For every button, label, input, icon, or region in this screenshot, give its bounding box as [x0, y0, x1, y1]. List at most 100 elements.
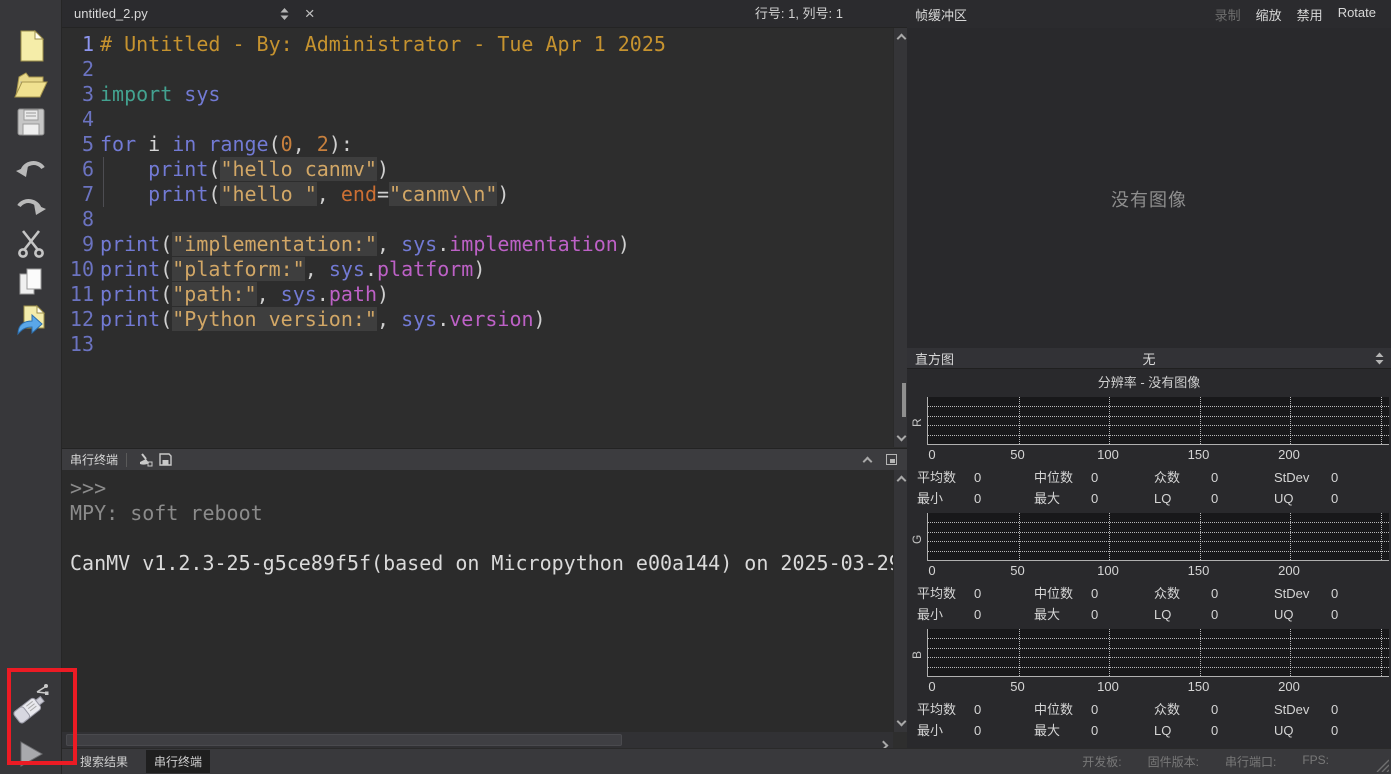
redo-button[interactable] [11, 188, 51, 224]
stat-cell: StDev0 [1274, 467, 1385, 488]
code-text: print("path:", sys.path) [100, 282, 389, 307]
stat-value: 0 [1091, 699, 1098, 720]
terminal-vertical-scrollbar[interactable] [893, 470, 907, 732]
code-line: 7 print("hello ", end="canmv\n") [62, 182, 893, 207]
status-bar: 搜索结果串行终端 开发板:固件版本:串行端口:FPS: [62, 748, 1391, 774]
horizontal-scrollbar-thumb[interactable] [66, 734, 622, 746]
run-button[interactable] [11, 731, 51, 774]
main-column: untitled_2.py × 行号: 1, 列号: 1 1# Untitled… [62, 0, 907, 748]
indent-guide [103, 182, 104, 207]
code-text: for i in range(0, 2): [100, 132, 353, 157]
stat-value: 0 [974, 583, 981, 604]
stat-cell: 中位数0 [1034, 583, 1154, 604]
paste-button[interactable] [11, 302, 51, 338]
collapse-terminal-icon[interactable] [857, 451, 877, 469]
x-tick-label: 150 [1188, 563, 1210, 578]
connect-button[interactable] [11, 681, 51, 727]
resize-grip[interactable] [1373, 756, 1389, 772]
histogram-dropdown[interactable]: 直方图 无 [907, 348, 1391, 369]
save-button[interactable] [11, 104, 51, 140]
terminal-line: MPY: soft reboot [70, 501, 893, 526]
stats-row: 平均数0中位数0众数0StDev0 [917, 467, 1385, 488]
connect-icon [9, 682, 53, 726]
save-log-icon[interactable] [155, 451, 175, 469]
stat-label: 最大 [1034, 723, 1060, 738]
code-line: 8 [62, 207, 893, 232]
stat-cell: 众数0 [1154, 583, 1274, 604]
gridline [1381, 397, 1382, 444]
stat-label: UQ [1274, 491, 1294, 506]
stat-label: 平均数 [917, 702, 956, 717]
stat-label: StDev [1274, 702, 1309, 717]
stat-label: UQ [1274, 607, 1294, 622]
stat-cell: 最小0 [917, 488, 1034, 509]
frame-buffer-header: 帧缓冲区 录制缩放禁用Rotate [907, 0, 1391, 28]
scroll-up-icon[interactable] [894, 472, 908, 486]
serial-terminal-output[interactable]: >>> MPY: soft rebootCanMV v1.2.3-25-g5ce… [62, 470, 893, 732]
terminal-horizontal-scrollbar[interactable] [62, 732, 893, 748]
new-file-button[interactable] [11, 28, 51, 64]
code-text: print("hello canmv") [100, 157, 389, 182]
status-tab-搜索结果[interactable]: 搜索结果 [72, 750, 136, 773]
line-number: 10 [62, 257, 94, 282]
line-number: 11 [62, 282, 94, 307]
copy-button[interactable] [11, 264, 51, 300]
tab-close-icon[interactable]: × [305, 5, 315, 22]
new-file-icon [17, 30, 45, 62]
editor-tab-untitled-2[interactable]: untitled_2.py [74, 6, 148, 21]
status-tab-串行终端[interactable]: 串行终端 [146, 750, 210, 773]
editor-scrollbar-thumb[interactable] [902, 383, 906, 417]
stat-value: 0 [974, 604, 981, 625]
channel-axis-label: R [910, 403, 924, 443]
status-field: 串行端口: [1225, 753, 1276, 770]
stat-value: 0 [1211, 467, 1218, 488]
clear-terminal-icon[interactable] [135, 451, 155, 469]
terminal-title: 串行终端 [70, 451, 118, 468]
histogram-channel-r: R050100150200平均数0中位数0众数0StDev0最小0最大0LQ0U… [907, 395, 1391, 513]
terminal-header: 串行终端 [62, 448, 907, 470]
stat-label: 最大 [1034, 491, 1060, 506]
stat-cell: UQ0 [1274, 604, 1385, 625]
line-number: 5 [62, 132, 94, 157]
stat-value: 0 [1211, 583, 1218, 604]
gridline [1200, 397, 1201, 444]
code-editor[interactable]: 1# Untitled - By: Administrator - Tue Ap… [62, 28, 893, 447]
channel-stats: 平均数0中位数0众数0StDev0最小0最大0LQ0UQ0 [917, 583, 1385, 625]
stat-value: 0 [1091, 604, 1098, 625]
x-tick-label: 0 [928, 563, 935, 578]
fb-action-缩放[interactable]: 缩放 [1256, 5, 1282, 24]
stat-label: 众数 [1154, 470, 1180, 485]
undo-button[interactable] [11, 150, 51, 186]
stat-label: 平均数 [917, 470, 956, 485]
stat-label: StDev [1274, 586, 1309, 601]
histogram-plot-r [927, 397, 1389, 445]
cursor-position-status: 行号: 1, 列号: 1 [755, 0, 843, 28]
stat-value: 0 [1331, 583, 1338, 604]
scroll-down-icon[interactable] [894, 431, 908, 445]
stat-cell: LQ0 [1154, 604, 1274, 625]
stat-cell: LQ0 [1154, 488, 1274, 509]
frame-buffer-title: 帧缓冲区 [915, 5, 967, 24]
editor-vertical-scrollbar[interactable] [893, 28, 907, 447]
code-line: 11print("path:", sys.path) [62, 282, 893, 307]
status-fields: 开发板:固件版本:串行端口:FPS: [1082, 753, 1329, 770]
fb-action-禁用[interactable]: 禁用 [1297, 5, 1323, 24]
stat-cell: 中位数0 [1034, 467, 1154, 488]
stat-cell: 众数0 [1154, 699, 1274, 720]
stat-cell: 中位数0 [1034, 699, 1154, 720]
float-terminal-icon[interactable] [881, 451, 901, 469]
tab-spinner-icon[interactable] [280, 7, 289, 21]
gridline [1290, 397, 1291, 444]
save-icon [17, 108, 45, 136]
gridline [1019, 397, 1020, 444]
stat-label: 最小 [917, 607, 943, 622]
fb-action-rotate[interactable]: Rotate [1338, 5, 1376, 24]
paste-icon [15, 304, 47, 336]
scroll-up-icon[interactable] [894, 30, 908, 44]
scroll-down-icon[interactable] [894, 716, 908, 730]
cut-button[interactable] [11, 226, 51, 262]
x-tick-label: 0 [928, 447, 935, 462]
gridline [1381, 629, 1382, 676]
open-folder-button[interactable] [11, 66, 51, 102]
frame-buffer-view: 没有图像 [907, 28, 1391, 348]
